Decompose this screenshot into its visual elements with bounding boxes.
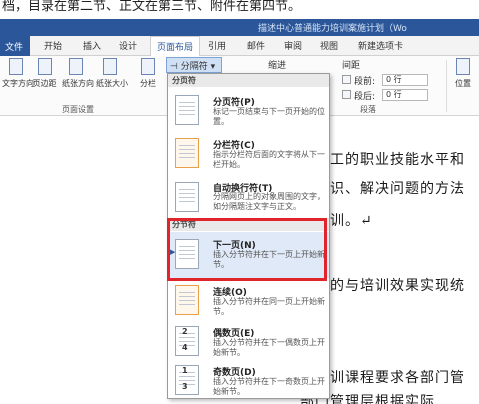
space-before-label: 段前: [354,77,376,87]
section-header-page-breaks: 分页符 [168,74,329,87]
group-paragraph-label: 段落 [360,105,376,114]
menu-item-text-wrapping-break[interactable]: 自动换行符(T) 分隔网页上的对象周围的文字，如分隔题注文字与正文。 [168,177,329,217]
window-title: 描述中心普通能力培训案施计划（Wo [258,24,407,34]
breaks-button[interactable]: ⊣ 分隔符 ▾ [166,57,222,73]
tab-references[interactable]: 引用 [208,39,226,52]
odd-page-number: 3 [182,382,188,391]
ribbon-separator [446,60,447,112]
menu-item-continuous[interactable]: 连续(O) 插入分节符并在同一页上开始新节。 [168,280,329,322]
tab-insert[interactable]: 插入 [83,39,101,52]
title-bar: 描述中心普通能力培训案施计划（Wo [0,19,479,36]
text-direction-button[interactable]: 文字方向 [2,58,34,89]
menu-item-column-break[interactable]: 分栏符(C) 指示分栏符后面的文字将从下一栏开始。 [168,134,329,176]
menu-item-page-break[interactable]: 分页符(P) 标记一页结束与下一页开始的位置。 [168,89,329,133]
margins-icon [37,58,52,75]
ribbon-tabs: 文件 开始 插入 设计 页面布局 引用 邮件 审阅 视图 新建选项卡 [0,36,479,57]
page-caption: 档，目录在第二节、正文在第三节、附件在第四节。 [0,0,479,19]
position-button[interactable]: 位置 [450,58,476,89]
breaks-label: 分隔符 [180,62,208,72]
tab-home[interactable]: 开始 [44,39,62,52]
group-page-setup-label: 页面设置 [62,105,94,114]
tab-design[interactable]: 设计 [119,39,137,52]
text-wrapping-icon [175,182,199,212]
breaks-icon: ⊣ [170,62,178,72]
position-icon [456,58,470,75]
page-size-icon [102,58,117,75]
columns-icon [141,58,155,75]
size-button[interactable]: 纸张大小 [96,58,128,89]
pointer-icon: ▶ [170,248,176,256]
indent-label: 缩进 [268,61,287,71]
tab-review[interactable]: 审阅 [284,39,302,52]
even-page-number: 2 [182,327,188,336]
page-break-icon [175,95,199,125]
highlight-box [167,218,327,281]
tab-mailings[interactable]: 邮件 [247,39,265,52]
chevron-down-icon: ▾ [210,62,216,72]
space-after-icon [342,90,351,99]
tab-view[interactable]: 视图 [320,39,338,52]
tab-file[interactable]: 文件 [0,36,30,56]
even-page-number: 4 [182,343,188,352]
text-direction-icon [8,58,23,75]
space-before-input[interactable]: 0 行 [382,74,428,86]
columns-button[interactable]: 分栏 [136,58,160,89]
space-after-input[interactable]: 0 行 [382,89,428,101]
space-before-icon [342,75,351,84]
odd-page-number: 1 [182,366,188,375]
orientation-button[interactable]: 纸张方向 [62,58,94,89]
spacing-label: 间距 [342,61,361,71]
continuous-icon [175,285,199,315]
orientation-icon [68,58,83,75]
margins-button[interactable]: 页边距 [31,58,58,89]
tab-page-layout[interactable]: 页面布局 [150,36,201,57]
space-after-label: 段后: [354,92,376,102]
menu-item-odd-page[interactable]: 1 3 奇数页(D) 插入分节符并在下一奇数页上开始新节。 [168,362,329,398]
menu-item-even-page[interactable]: 2 4 偶数页(E) 插入分节符并在下一偶数页上开始新节。 [168,323,329,361]
column-break-icon [175,138,199,168]
tab-new[interactable]: 新建选项卡 [358,39,403,52]
